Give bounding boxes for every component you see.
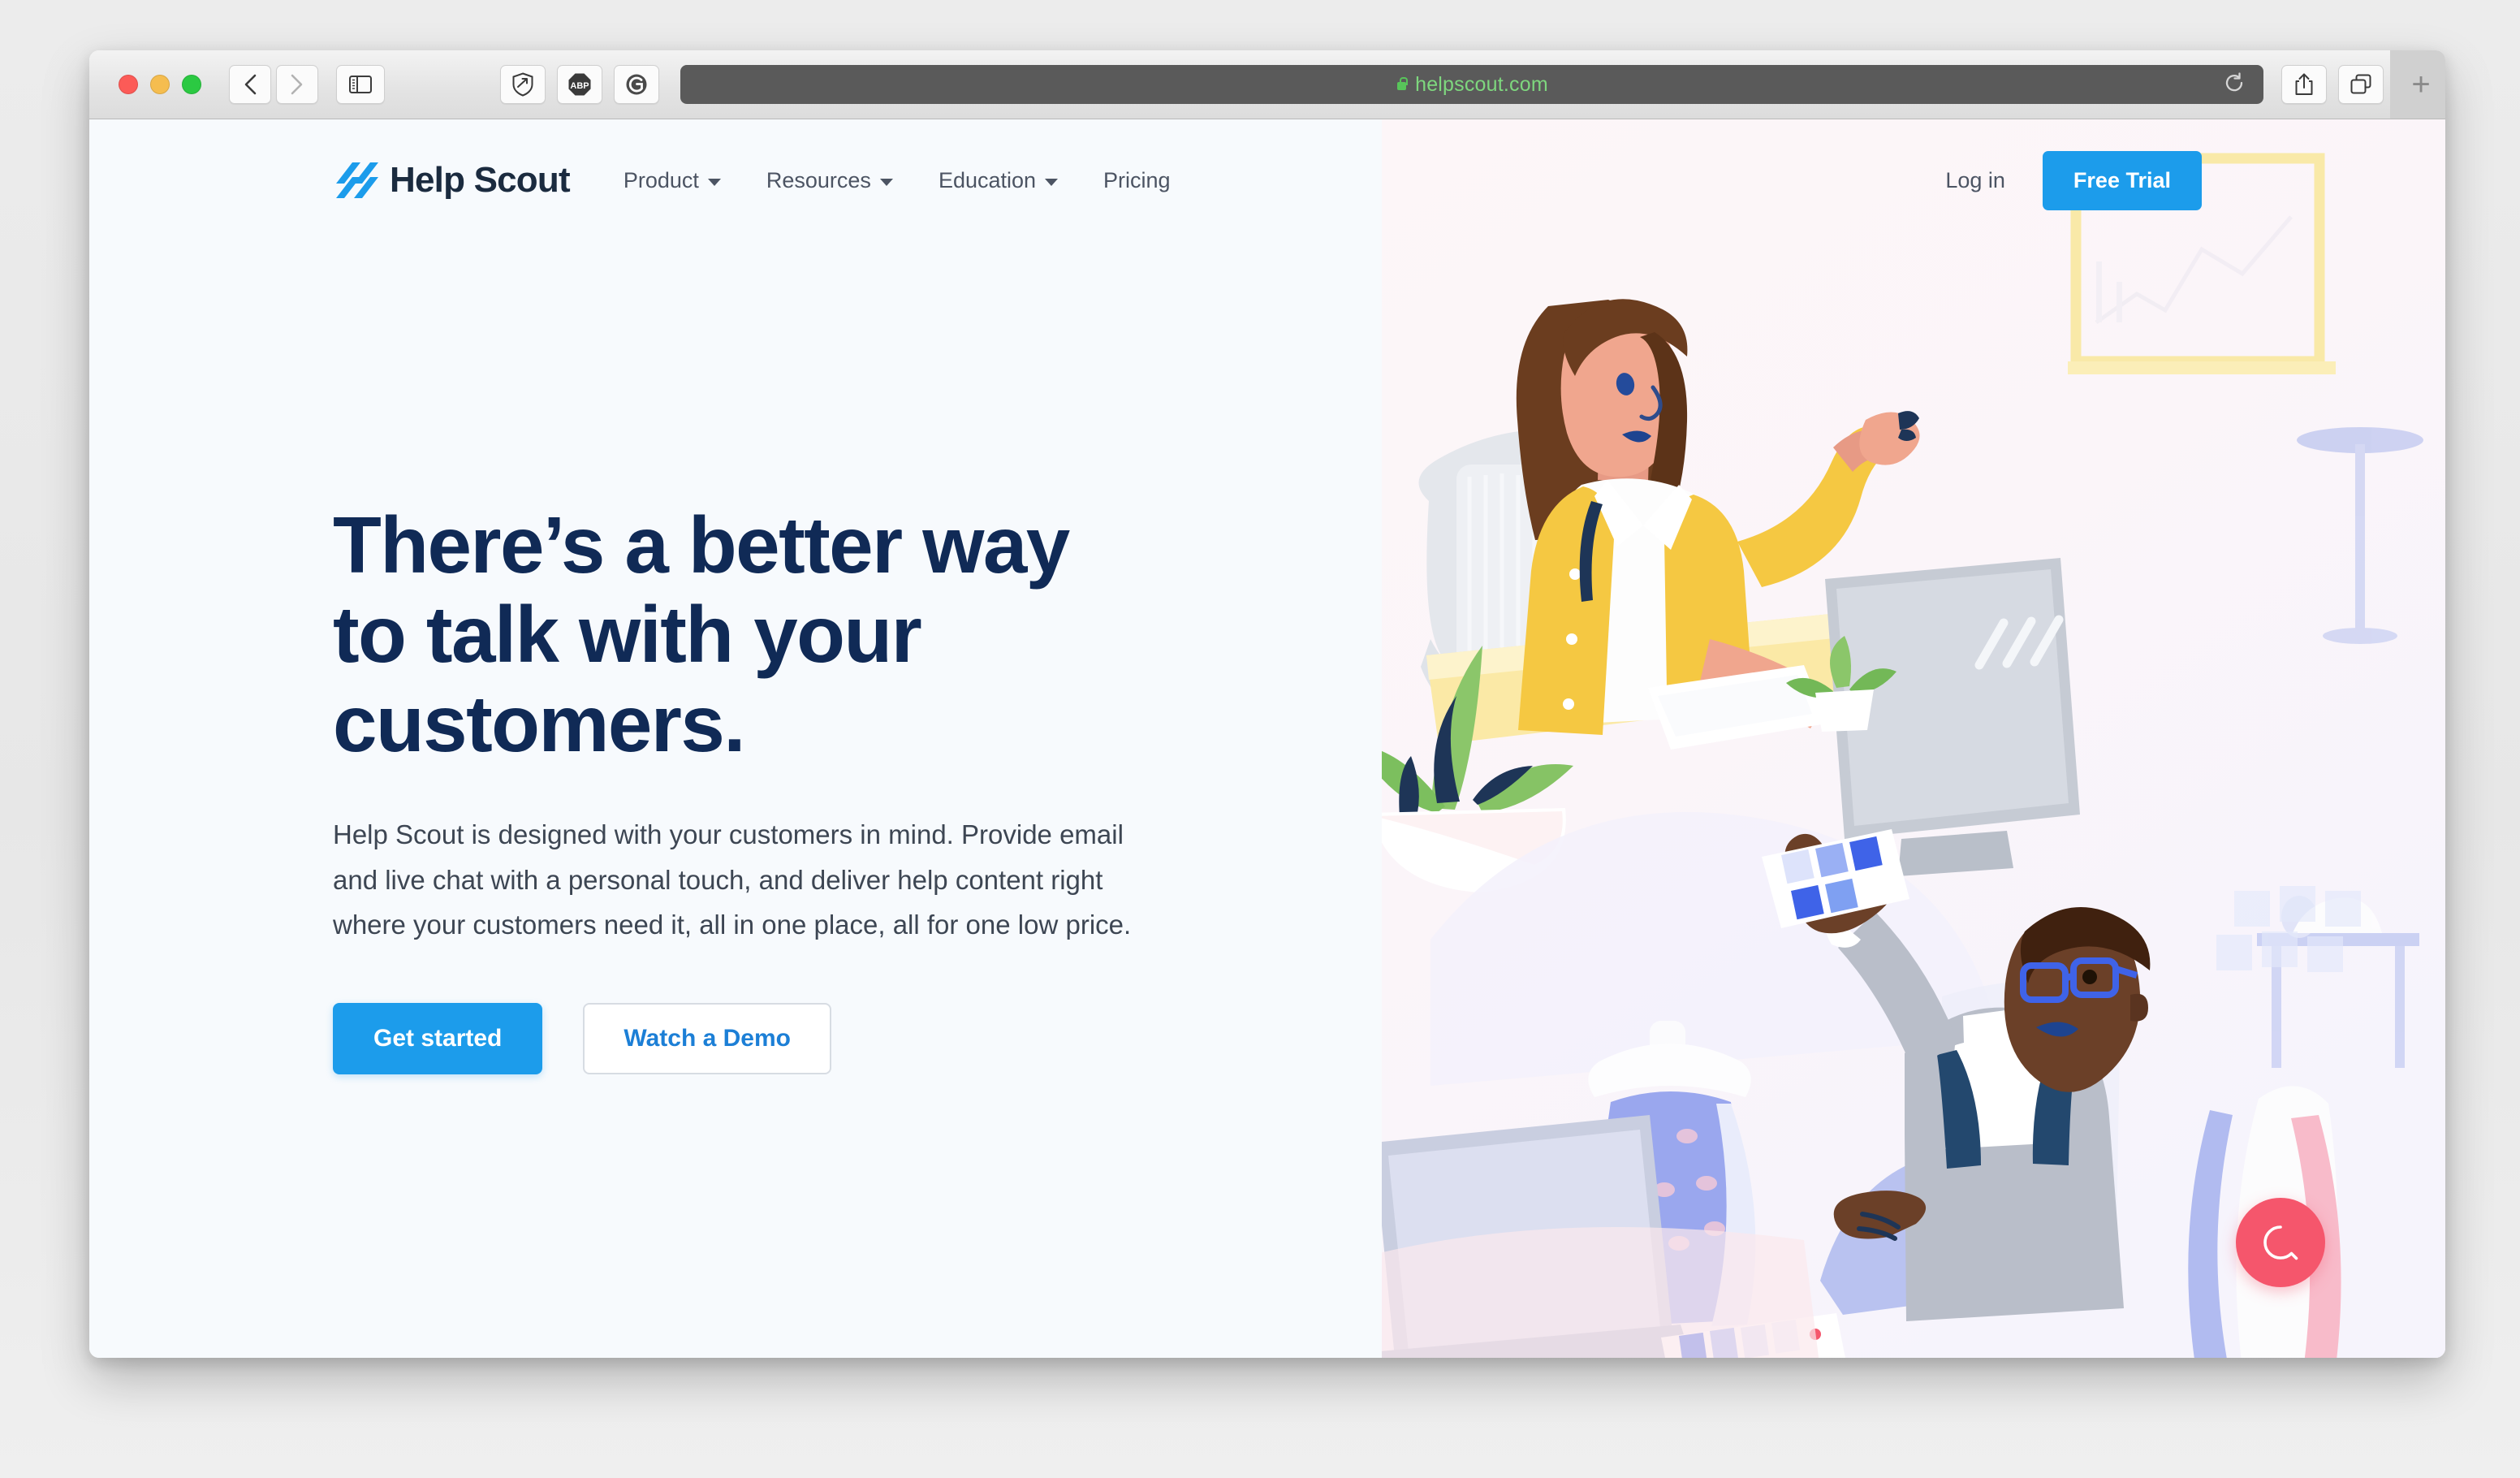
watch-demo-button[interactable]: Watch a Demo: [583, 1002, 831, 1074]
headline-line-3: customers.: [333, 678, 745, 768]
new-tab-label: +: [2411, 66, 2431, 102]
share-button[interactable]: [2281, 65, 2327, 104]
chevron-down-icon: [879, 178, 893, 186]
browser-toolbar: ABP helpscout.com +: [89, 50, 2445, 119]
extension-buttons: ABP: [500, 65, 659, 104]
page-content: Help Scout Product Resources Education P…: [89, 119, 2445, 1358]
main-navigation: Product Resources Education Pricing: [624, 168, 1171, 193]
ghostery-extension-button[interactable]: [614, 65, 659, 104]
url-text: helpscout.com: [1415, 72, 1548, 96]
hero-illustration: [1382, 119, 2445, 1358]
toggle-sidebar-button[interactable]: [336, 65, 385, 104]
chevron-left-icon: [244, 74, 257, 95]
nav-item-resources-label: Resources: [766, 167, 871, 192]
forward-button[interactable]: [276, 65, 318, 104]
chevron-down-icon: [1045, 178, 1059, 186]
free-trial-button[interactable]: Free Trial: [2042, 150, 2202, 210]
chevron-right-icon: [291, 74, 303, 95]
helpscout-logo[interactable]: Help Scout: [333, 159, 571, 201]
sidebar-icon: [349, 76, 372, 93]
hero-subcopy: Help Scout is designed with your custome…: [333, 819, 1132, 940]
toolbar-right-buttons: [2281, 65, 2384, 104]
abp-icon: ABP: [568, 73, 591, 96]
nav-item-education[interactable]: Education: [938, 167, 1059, 193]
privacy-shield-extension-button[interactable]: [500, 65, 546, 104]
new-tab-button[interactable]: +: [2390, 50, 2445, 119]
lock-icon: [1396, 77, 1408, 92]
hero-section: There’s a better way to talk with your c…: [333, 500, 1242, 1074]
headline-line-2: to talk with your: [333, 589, 922, 679]
tab-overview-icon: [2350, 74, 2371, 94]
hero-illustration-svg: [1382, 119, 2445, 1358]
headline-line-1: There’s a better way: [333, 500, 1070, 590]
ghostery-g-icon: [626, 74, 647, 95]
helpscout-logo-text: Help Scout: [390, 160, 571, 200]
nav-item-product[interactable]: Product: [624, 168, 721, 193]
nav-item-product-label: Product: [623, 167, 699, 192]
nav-item-resources[interactable]: Resources: [766, 168, 893, 193]
reload-icon: [2225, 71, 2243, 91]
reload-button[interactable]: [2223, 71, 2246, 98]
nav-item-pricing-label: Pricing: [1103, 167, 1171, 192]
share-icon: [2295, 73, 2313, 95]
nav-item-pricing[interactable]: Pricing: [1103, 168, 1171, 193]
site-header: Help Scout Product Resources Education P…: [89, 119, 2445, 241]
address-bar[interactable]: helpscout.com: [680, 65, 2263, 104]
chat-bubble-icon: [2263, 1225, 2298, 1260]
navigation-buttons: [229, 65, 318, 104]
login-link[interactable]: Log in: [1945, 168, 2005, 193]
chat-launcher-button[interactable]: [2236, 1198, 2325, 1287]
chevron-down-icon: [707, 178, 721, 186]
tab-overview-button[interactable]: [2338, 65, 2384, 104]
header-actions: Log in Free Trial: [1945, 150, 2202, 210]
zoom-window-button[interactable]: [182, 75, 201, 94]
abp-label: ABP: [570, 81, 589, 91]
adblock-plus-extension-button[interactable]: ABP: [557, 65, 602, 104]
close-window-button[interactable]: [119, 75, 138, 94]
minimize-window-button[interactable]: [150, 75, 170, 94]
browser-window: ABP helpscout.com + Help Scout Product R…: [89, 50, 2445, 1358]
url-display: helpscout.com: [1396, 73, 1548, 97]
page-title: There’s a better way to talk with your c…: [333, 500, 1242, 768]
hero-cta-row: Get started Watch a Demo: [333, 1002, 1242, 1074]
get-started-button[interactable]: Get started: [333, 1002, 543, 1074]
floor-shadow: [1382, 1227, 1819, 1358]
nav-item-education-label: Education: [938, 167, 1037, 192]
shield-icon: [512, 72, 533, 97]
back-button[interactable]: [229, 65, 271, 104]
helpscout-logo-mark: [336, 162, 378, 198]
window-controls: [119, 75, 201, 94]
